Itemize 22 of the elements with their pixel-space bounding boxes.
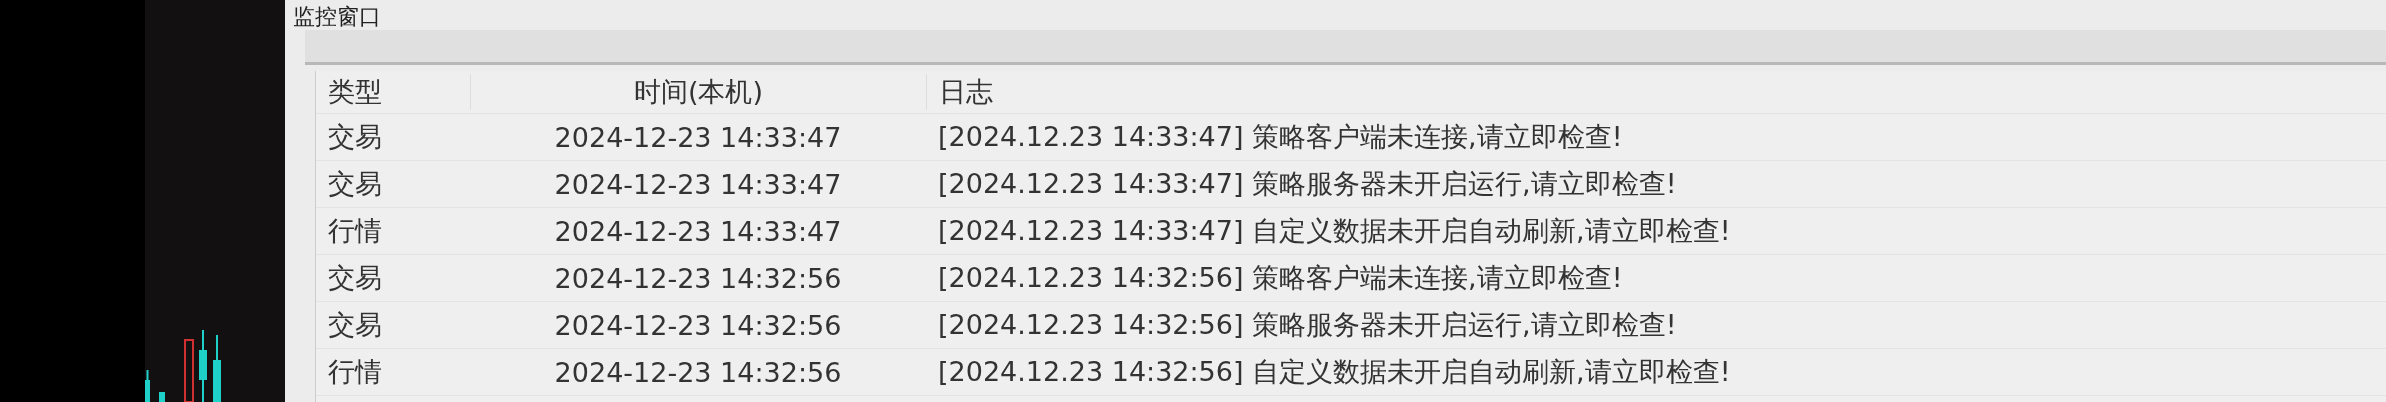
table-cell-text: [2024.12.23 14:32:56] 策略服务器未开启运行,请立即检查! [937,308,1678,342]
column-header[interactable]: 时间(本机) [470,74,926,110]
table-cell-text: [2024.12.23 14:33:47] 策略服务器未开启运行,请立即检查! [937,167,1678,201]
table-cell-text: 2024-12-23 14:32:56 [553,356,843,388]
table-cell-text: 交易 [327,261,383,295]
table-cell-text: 2024-12-23 14:33:47 [553,168,843,200]
table-cell-text: [2024.12.23 14:33:47] 自定义数据未开启自动刷新,请立即检查! [937,214,1732,248]
table-cell-text: 交易 [327,167,383,201]
table-cell-text: 2024-12-23 14:33:47 [553,121,843,153]
window-title: 监控窗口 [292,3,382,30]
table-cell-text: 2024-12-23 14:32:56 [553,309,843,341]
table-cell-text: 行情 [327,355,383,389]
table-cell-text: 2024-12-23 14:32:56 [553,262,843,294]
table-cell-text: 交易 [327,308,383,342]
table-cell-text: 交易 [327,120,383,154]
table-cell-text: [2024.12.23 14:32:56] 自定义数据未开启自动刷新,请立即检查! [937,355,1732,389]
column-header[interactable]: 日志 [926,74,2386,110]
column-header[interactable]: 类型 [316,74,470,110]
table-cell-text: 行情 [327,214,383,248]
table-cell-text: [2024.12.23 14:33:47] 策略客户端未连接,请立即检查! [937,120,1624,154]
table-cell-text: 2024-12-23 14:33:47 [553,215,843,247]
table-cell-text: [2024.12.23 14:32:56] 策略客户端未连接,请立即检查! [937,261,1624,295]
